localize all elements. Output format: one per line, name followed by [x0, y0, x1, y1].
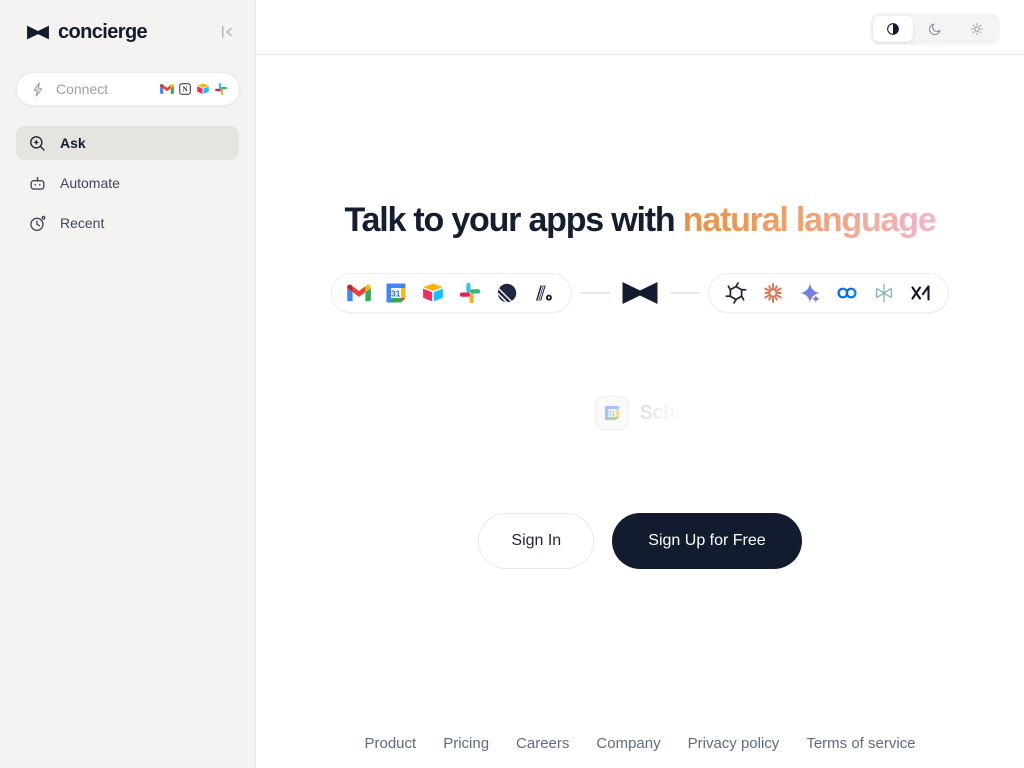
connect-service-icons: N [160, 82, 228, 96]
footer-link-privacy-policy[interactable]: Privacy policy [688, 735, 780, 752]
ghost-prompt-tile: 31 [594, 396, 629, 430]
gmail-icon [347, 284, 371, 302]
connect-label: Connect [56, 81, 109, 97]
sign-up-button[interactable]: Sign Up for Free [612, 513, 802, 569]
connector-line-right [670, 292, 700, 294]
app-title: concierge [58, 20, 148, 43]
airtable-icon [423, 283, 443, 302]
theme-contrast-button[interactable] [873, 16, 913, 42]
robot-icon [30, 176, 45, 190]
concierge-logo-icon [621, 281, 659, 305]
theme-switcher [870, 13, 1000, 45]
connected-models-right [708, 273, 949, 313]
meta-icon [837, 287, 857, 299]
concierge-logo-icon [27, 25, 49, 39]
google-calendar-icon: 31 [604, 405, 619, 421]
connect-button[interactable]: Connect N [16, 72, 240, 106]
footer-link-careers[interactable]: Careers [516, 735, 569, 752]
main-header [256, 0, 1024, 55]
sun-icon [971, 23, 983, 35]
xai-icon [911, 285, 930, 301]
main-content: Talk to your apps with natural language … [256, 0, 1024, 768]
footer-link-company[interactable]: Company [596, 735, 660, 752]
footer-link-product[interactable]: Product [364, 735, 416, 752]
attio-icon [536, 285, 552, 301]
sidebar-item-recent[interactable]: Recent [16, 206, 239, 240]
connected-apps-left: 31 [331, 273, 572, 313]
footer-nav: Product Pricing Careers Company Privacy … [256, 735, 1024, 752]
ask-search-sparkle-icon [30, 135, 45, 151]
contrast-icon [887, 23, 899, 35]
claude-icon [764, 283, 782, 303]
openai-icon [725, 282, 747, 304]
title-highlight: natural language [682, 201, 937, 239]
sidebar: concierge Connect N Ask Automate Recent [0, 0, 256, 768]
perplexity-icon [875, 283, 893, 303]
theme-dark-button[interactable] [915, 16, 955, 42]
footer-link-pricing[interactable]: Pricing [443, 735, 489, 752]
sidebar-collapse-button[interactable] [215, 20, 239, 44]
page-title: Talk to your apps with natural language [256, 201, 1024, 240]
svg-text:31: 31 [391, 288, 401, 298]
slack-icon [215, 83, 227, 95]
collapse-left-icon [222, 25, 232, 39]
sidebar-item-ask[interactable]: Ask [16, 126, 239, 160]
sidebar-logo-row: concierge [0, 0, 255, 50]
cta-row: Sign In Sign Up for Free [256, 513, 1024, 569]
sidebar-item-automate[interactable]: Automate [16, 166, 239, 200]
airtable-icon [197, 83, 209, 94]
connector-line-left [580, 292, 610, 294]
svg-text:N: N [182, 86, 187, 94]
gmail-icon [160, 84, 174, 94]
ghost-prompt: 31 Sche [256, 396, 1024, 430]
title-prefix: Talk to your apps with [344, 201, 683, 239]
svg-text:31: 31 [608, 411, 616, 418]
footer-link-terms-of-service[interactable]: Terms of service [806, 735, 915, 752]
integrations-row: 31 [256, 273, 1024, 313]
linear-icon [497, 283, 517, 303]
history-clock-icon [30, 215, 46, 231]
sidebar-nav: Ask Automate Recent [16, 126, 239, 240]
lightning-icon [33, 81, 43, 97]
sidebar-item-label: Automate [60, 175, 120, 191]
ghost-prompt-text: Sche [639, 401, 686, 424]
sidebar-item-label: Recent [60, 215, 105, 231]
moon-icon [928, 23, 941, 36]
sidebar-item-label: Ask [60, 135, 86, 151]
google-calendar-icon: 31 [386, 283, 406, 303]
sign-in-button[interactable]: Sign In [478, 513, 595, 569]
notion-icon: N [179, 83, 191, 95]
gemini-icon [800, 283, 820, 303]
theme-light-button[interactable] [957, 16, 997, 42]
slack-icon [459, 282, 481, 304]
